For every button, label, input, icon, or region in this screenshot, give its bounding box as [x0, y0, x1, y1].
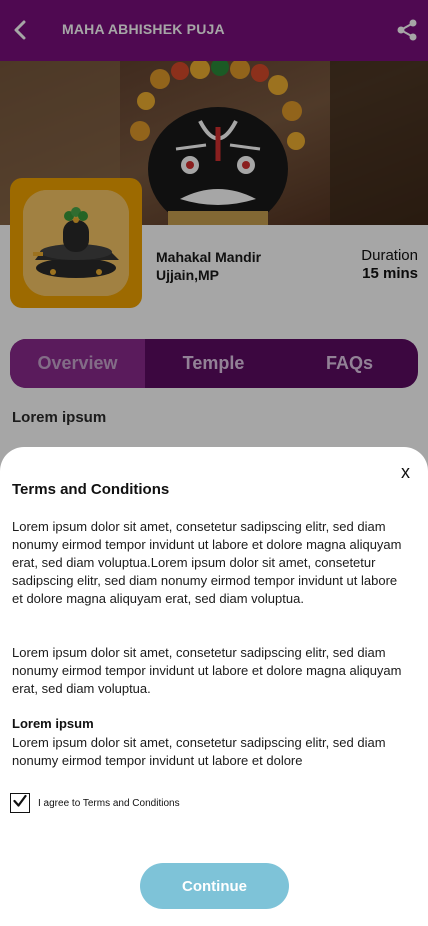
continue-button[interactable]: Continue [140, 863, 289, 909]
agree-label[interactable]: I agree to Terms and Conditions [38, 798, 180, 809]
agree-checkbox[interactable] [10, 793, 30, 813]
terms-bottom-sheet: x Terms and Conditions Lorem ipsum dolor… [0, 447, 428, 926]
terms-paragraph-3: Lorem ipsum dolor sit amet, consetetur s… [12, 735, 386, 768]
checkmark-icon [13, 794, 27, 813]
close-button[interactable]: x [401, 462, 410, 483]
agree-row[interactable]: I agree to Terms and Conditions [10, 793, 180, 813]
terms-title: Terms and Conditions [12, 481, 170, 498]
terms-paragraph-1: Lorem ipsum dolor sit amet, consetetur s… [12, 519, 402, 606]
terms-paragraph-2: Lorem ipsum dolor sit amet, consetetur s… [12, 645, 402, 696]
terms-subheading: Lorem ipsum [12, 716, 94, 731]
